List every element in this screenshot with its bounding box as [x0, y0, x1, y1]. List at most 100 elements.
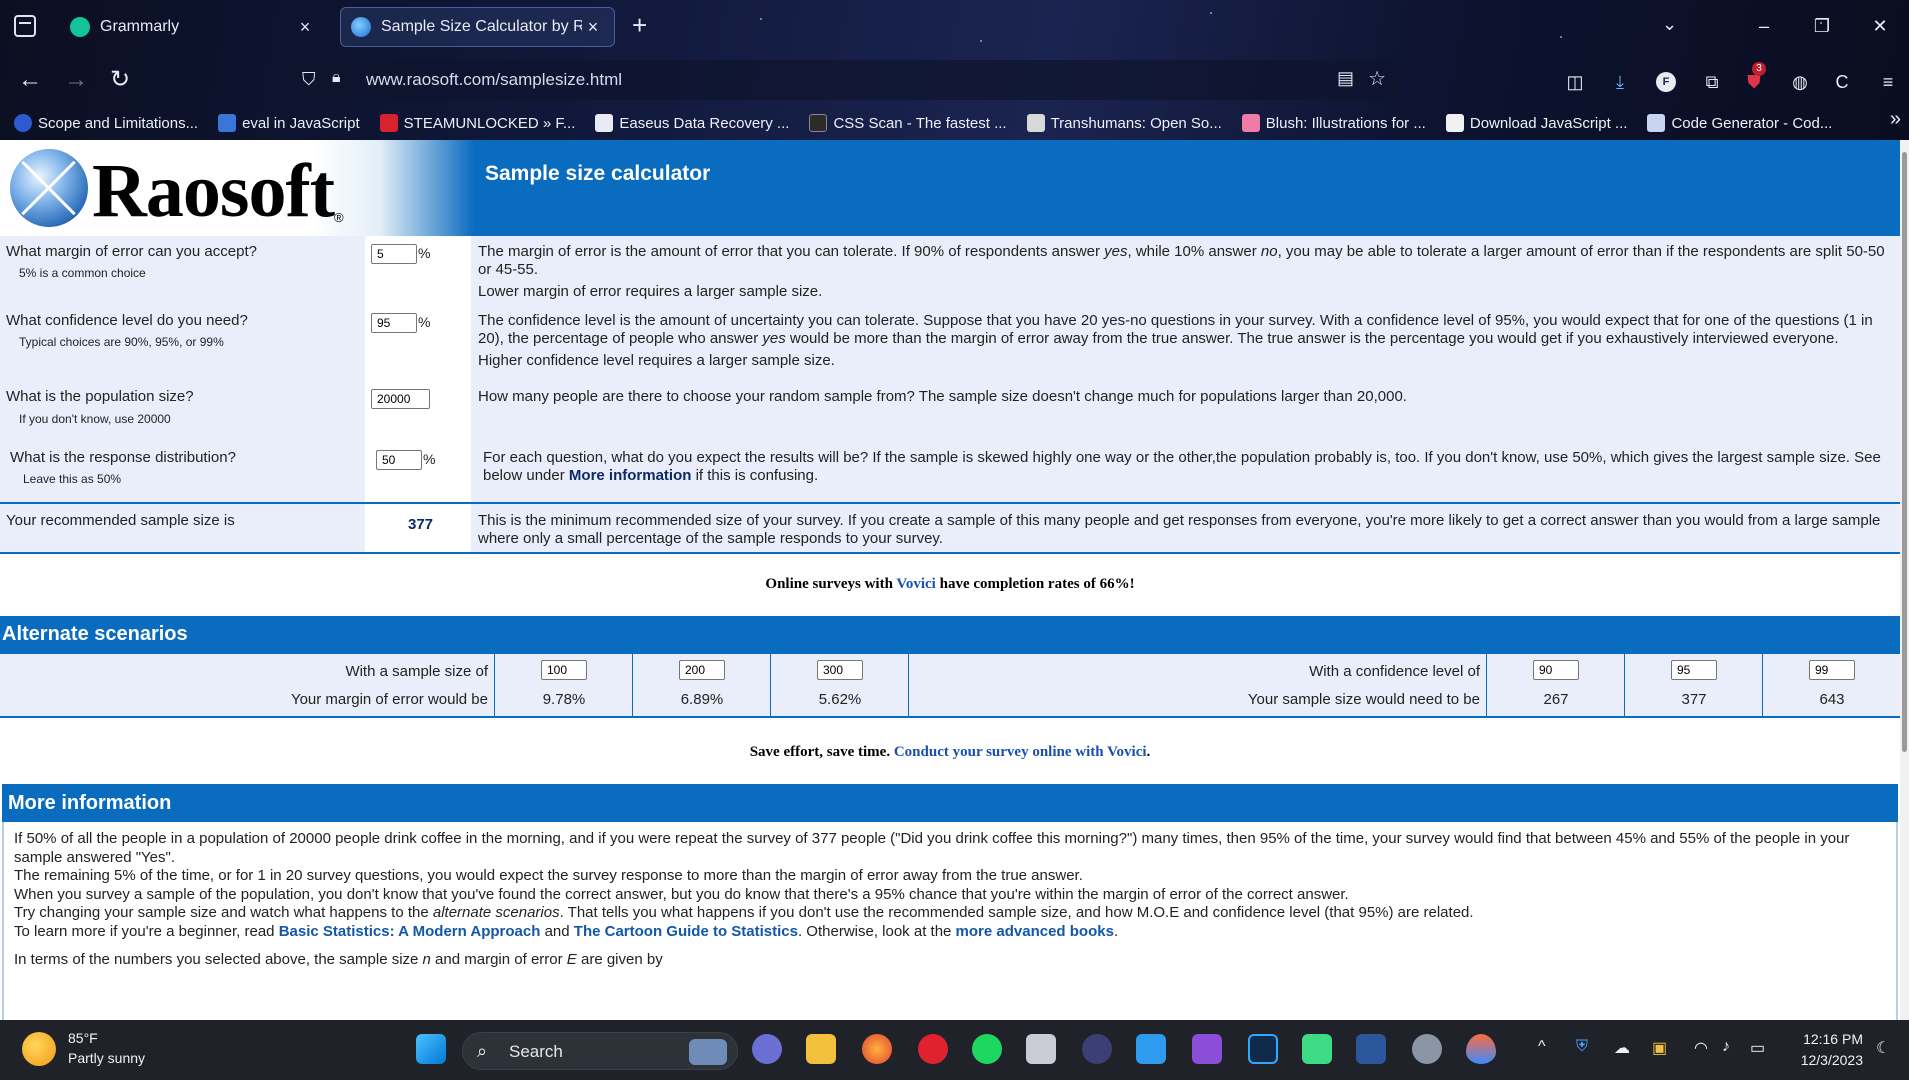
alt-confidence-input[interactable] [1671, 660, 1717, 680]
text: and [540, 922, 574, 940]
virtualbox-icon[interactable] [1026, 1034, 1056, 1064]
chevron-up-icon[interactable]: ^ [1538, 1038, 1546, 1056]
alt-confidence-input[interactable] [1533, 660, 1579, 680]
forward-icon[interactable]: → [58, 62, 94, 98]
vovici-link[interactable]: Vovici [896, 576, 935, 592]
scenario-cell: 5.62% [770, 654, 908, 718]
advanced-books-link[interactable]: more advanced books [956, 923, 1114, 940]
back-icon[interactable]: ← [12, 62, 48, 98]
android-studio-icon[interactable] [1302, 1034, 1332, 1064]
lock-icon[interactable]: 🔒︎ [332, 69, 341, 87]
bookmark-item[interactable]: Blush: Illustrations for ... [1241, 114, 1426, 132]
alt-sample-input[interactable] [541, 660, 587, 680]
tab-grammarly[interactable]: Grammarly × [60, 7, 326, 47]
population-input[interactable] [371, 389, 430, 409]
notification-badge: 3 [1752, 62, 1766, 76]
taskbar-search[interactable]: ⌕ Search [462, 1032, 738, 1070]
download-icon[interactable]: ⤓ [1608, 70, 1632, 94]
shield-icon[interactable]: ⛉ [302, 69, 316, 90]
desc-text: , while 10% answer [1127, 243, 1261, 260]
weather-widget[interactable]: 85°F Partly sunny [22, 1028, 145, 1068]
margin-input[interactable] [371, 244, 417, 264]
bookmark-item[interactable]: Transhumans: Open So... [1026, 114, 1222, 132]
margin-question: What margin of error can you accept? [6, 243, 257, 260]
windows-start-icon[interactable] [416, 1034, 446, 1064]
extensions-icon[interactable]: ⧉ [1700, 70, 1724, 94]
more-information-body: If 50% of all the people in a population… [2, 822, 1898, 1020]
vovici-promo-1: Online surveys with Vovici have completi… [0, 576, 1900, 593]
account-icon[interactable]: F [1656, 72, 1676, 92]
url-bar[interactable]: ⛉ 🔒︎ www.raosoft.com/samplesize.html ▤ ☆ [290, 60, 1402, 100]
vscode-icon[interactable] [1136, 1034, 1166, 1064]
tab-title: Grammarly [100, 18, 180, 35]
defender-icon[interactable]: ⛨ [1576, 1038, 1588, 1056]
eclipse-icon[interactable] [1082, 1034, 1112, 1064]
tab-list-button[interactable] [14, 15, 36, 37]
extension-c-icon[interactable]: C [1830, 70, 1854, 94]
reader-view-icon[interactable]: ▤ [1337, 68, 1354, 89]
teams-icon[interactable] [752, 1034, 782, 1064]
minimize-icon[interactable]: – [1735, 0, 1793, 52]
more-information-link[interactable]: More information [569, 467, 692, 484]
restore-icon[interactable]: ❐ [1793, 0, 1851, 52]
distribution-hint: Leave this as 50% [23, 472, 122, 486]
bookmark-item[interactable]: eval in JavaScript [218, 114, 360, 132]
confidence-input[interactable] [371, 313, 417, 333]
alt-confidence-input[interactable] [1809, 660, 1855, 680]
basic-statistics-link[interactable]: Basic Statistics: A Modern Approach [279, 923, 541, 940]
scrollbar-thumb[interactable] [1902, 152, 1907, 752]
spotify-icon[interactable] [972, 1034, 1002, 1064]
bookmark-item[interactable]: Easeus Data Recovery ... [595, 114, 789, 132]
distribution-description: For each question, what do you expect th… [483, 449, 1894, 485]
word-icon[interactable] [1356, 1034, 1386, 1064]
clock[interactable]: 12:16 PM 12/3/2023 [1801, 1029, 1863, 1071]
text-emphasis: alternate scenarios [432, 904, 560, 921]
globe-icon[interactable]: ◍ [1788, 70, 1812, 94]
url-text[interactable]: www.raosoft.com/samplesize.html [366, 70, 622, 90]
windows-taskbar: 85°F Partly sunny ⌕ Search ^ ⛨ ☁ ▣ ◠ ♪ ▭… [0, 1020, 1909, 1080]
visual-studio-icon[interactable] [1192, 1034, 1222, 1064]
alt-sample-input[interactable] [817, 660, 863, 680]
battery-icon[interactable]: ▭ [1750, 1038, 1765, 1058]
new-tab-button[interactable]: + [632, 10, 647, 41]
close-window-icon[interactable]: ✕ [1851, 0, 1909, 52]
reload-icon[interactable]: ↻ [102, 62, 138, 98]
file-explorer-icon[interactable] [806, 1034, 836, 1064]
date: 12/3/2023 [1800, 1052, 1863, 1068]
close-tab-icon[interactable]: × [582, 17, 604, 38]
opera-icon[interactable] [918, 1034, 948, 1064]
page-scrollbar[interactable] [1900, 140, 1909, 1020]
tray-app-icon[interactable]: ▣ [1652, 1038, 1667, 1058]
photoshop-icon[interactable] [1248, 1034, 1278, 1064]
menu-icon[interactable]: ≡ [1876, 70, 1900, 94]
distribution-unit: % [423, 451, 436, 467]
pocket-icon[interactable]: ◫ [1563, 70, 1587, 94]
firefox-icon[interactable] [862, 1034, 892, 1064]
chevron-down-icon[interactable]: ⌄ [1662, 14, 1677, 35]
wifi-icon[interactable]: ◠ [1694, 1038, 1708, 1058]
onedrive-icon[interactable]: ☁ [1614, 1038, 1630, 1058]
bookmark-item[interactable]: CSS Scan - The fastest ... [809, 114, 1007, 132]
tab-raosoft[interactable]: Sample Size Calculator by Raosoft × [340, 7, 615, 47]
volume-icon[interactable]: ♪ [1722, 1038, 1730, 1056]
bookmarks-overflow-icon[interactable]: » [1890, 108, 1901, 131]
text: and margin of error [430, 951, 567, 968]
text: To learn more if you're a beginner, read [14, 922, 279, 940]
app-drop-icon[interactable] [1466, 1034, 1496, 1064]
distribution-input[interactable] [376, 450, 422, 470]
bookmark-item[interactable]: Scope and Limitations... [14, 114, 198, 132]
settings-icon[interactable] [1412, 1034, 1442, 1064]
close-tab-icon[interactable]: × [294, 17, 316, 38]
bookmark-star-icon[interactable]: ☆ [1368, 66, 1386, 91]
cartoon-guide-link[interactable]: The Cartoon Guide to Statistics [574, 923, 798, 940]
alt-sample-input[interactable] [679, 660, 725, 680]
raosoft-logo[interactable]: Raosoft ® [0, 140, 474, 236]
desc-no: no [1260, 243, 1278, 260]
population-description: How many people are there to choose your… [478, 388, 1407, 405]
bookmark-item[interactable]: STEAMUNLOCKED » F... [379, 114, 575, 132]
bookmark-item[interactable]: Download JavaScript ... [1445, 114, 1627, 132]
notifications-icon[interactable]: ☾ [1876, 1038, 1890, 1058]
bookmark-item[interactable]: Code Generator - Cod... [1647, 114, 1832, 132]
desc-yes: yes [762, 330, 786, 347]
conduct-survey-link[interactable]: Conduct your survey online with Vovici [894, 744, 1147, 760]
